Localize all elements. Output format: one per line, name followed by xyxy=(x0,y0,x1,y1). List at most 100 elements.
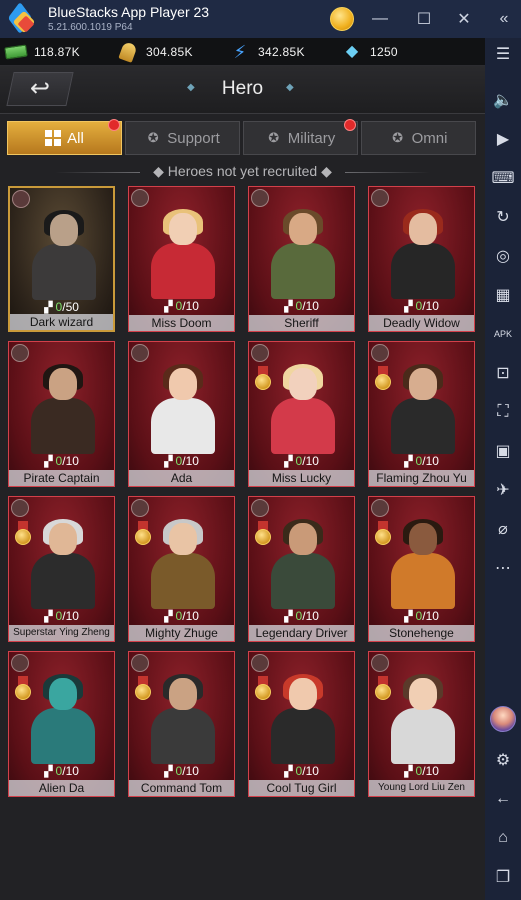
hero-card[interactable]: ▞ 0/10 Cool Tug Girl xyxy=(248,651,355,797)
hero-portrait xyxy=(261,519,344,609)
collapse-sidebar-icon[interactable]: « xyxy=(491,6,517,32)
shard-progress: ▞ 0/10 xyxy=(129,299,234,313)
shard-current: 0 xyxy=(415,609,423,623)
reward-coin-icon[interactable] xyxy=(330,7,354,31)
resource-wheat[interactable]: 304.85K xyxy=(112,38,224,65)
media-folder-icon[interactable]: ▣ xyxy=(491,439,515,463)
shard-progress: ▞ 0/10 xyxy=(369,609,474,623)
recent-apps-icon[interactable]: ❐ xyxy=(491,865,515,889)
hero-card[interactable]: ▞ 0/10 Miss Doom xyxy=(128,186,235,332)
tab-military[interactable]: ✪ Military xyxy=(243,119,358,155)
fullscreen-icon[interactable]: ⛶ xyxy=(491,400,515,424)
hero-name: Ada xyxy=(129,470,234,486)
shard-progress: ▞ 0/50 xyxy=(10,300,113,314)
rank-emblem-icon xyxy=(371,189,389,207)
hero-card[interactable]: ▞ 0/10 Alien Da xyxy=(8,651,115,797)
screen-record-icon[interactable]: ▶ xyxy=(491,127,515,151)
hero-card[interactable]: ▞ 0/10 Miss Lucky xyxy=(248,341,355,487)
hero-card[interactable]: ▞ 0/10 Stonehenge xyxy=(368,496,475,642)
section-title: ◆ Heroes not yet recruited ◆ xyxy=(0,163,485,180)
rotate-icon[interactable]: ↻ xyxy=(491,205,515,229)
tab-support[interactable]: ✪ Support xyxy=(125,121,240,155)
settings-gear-icon[interactable]: ⚙ xyxy=(491,748,515,772)
minimize-icon[interactable]: — xyxy=(367,6,393,32)
hero-card[interactable]: ▞ 0/10 Deadly Widow xyxy=(368,186,475,332)
hero-card[interactable]: ▞ 0/10 Pirate Captain xyxy=(8,341,115,487)
back-button[interactable]: ↩ xyxy=(6,72,74,106)
shard-total: /10 xyxy=(62,454,79,468)
hero-name: Flaming Zhou Yu xyxy=(369,470,474,486)
puzzle-piece-icon: ▞ xyxy=(44,765,53,778)
bluestacks-logo-icon xyxy=(7,1,38,35)
section-title-text: Heroes not yet recruited xyxy=(167,163,318,179)
puzzle-piece-icon: ▞ xyxy=(284,300,293,313)
puzzle-piece-icon: ▞ xyxy=(164,765,173,778)
apk-install-icon[interactable]: APK xyxy=(491,322,515,346)
rank-emblem-icon xyxy=(371,654,389,672)
shard-current: 0 xyxy=(55,454,63,468)
puzzle-piece-icon: ▞ xyxy=(404,455,413,468)
window-title: BlueStacks App Player 23 xyxy=(48,3,210,20)
puzzle-piece-icon: ▞ xyxy=(284,765,293,778)
back-arrow-icon[interactable]: ← xyxy=(491,787,515,811)
notification-badge xyxy=(108,119,120,131)
rank-emblem-icon xyxy=(371,344,389,362)
resource-cash[interactable]: 118.87K xyxy=(0,38,112,65)
sidebar-menu-icon[interactable]: ☰ xyxy=(491,42,515,66)
hero-card[interactable]: ▞ 0/10 Mighty Zhuge xyxy=(128,496,235,642)
shard-current: 0 xyxy=(55,609,63,623)
maximize-icon[interactable]: ☐ xyxy=(411,6,437,32)
close-icon[interactable]: ✕ xyxy=(451,6,477,32)
puzzle-piece-icon: ▞ xyxy=(284,610,293,623)
eco-mode-icon[interactable]: ⌀ xyxy=(491,517,515,541)
hero-card[interactable]: ▞ 0/10 Young Lord Liu Zen xyxy=(368,651,475,797)
hero-card[interactable]: ▞ 0/50 Dark wizard xyxy=(8,186,115,332)
shard-total: /10 xyxy=(422,764,439,778)
home-icon[interactable]: ⌂ xyxy=(491,826,515,850)
shard-current: 0 xyxy=(415,764,423,778)
hero-name: Mighty Zhuge xyxy=(129,625,234,641)
tab-all[interactable]: All xyxy=(7,119,122,155)
hero-card[interactable]: ▞ 0/10 Command Tom xyxy=(128,651,235,797)
hero-card[interactable]: ▞ 0/10 Flaming Zhou Yu xyxy=(368,341,475,487)
puzzle-piece-icon: ▞ xyxy=(404,765,413,778)
volume-icon[interactable]: 🔈 xyxy=(491,88,515,112)
resource-energy[interactable]: ⚡ 342.85K xyxy=(224,38,336,65)
support-emblem-icon: ✪ xyxy=(147,130,159,145)
hero-card[interactable]: ▞ 0/10 Sheriff xyxy=(248,186,355,332)
hero-portrait xyxy=(261,674,344,764)
shard-progress: ▞ 0/10 xyxy=(249,299,354,313)
hero-card[interactable]: ▞ 0/10 Ada xyxy=(128,341,235,487)
shard-current: 0 xyxy=(175,764,183,778)
rank-emblem-icon xyxy=(12,190,30,208)
macro-icon[interactable]: ▦ xyxy=(491,283,515,307)
screenshot-icon[interactable]: ⊡ xyxy=(491,361,515,385)
rank-emblem-icon xyxy=(131,189,149,207)
section-ornament-right-icon: ◆ xyxy=(317,163,332,179)
hero-portrait xyxy=(261,364,344,454)
title-ornament-left-icon: ◆ xyxy=(187,82,195,93)
shard-total: /10 xyxy=(302,454,319,468)
keyboard-icon[interactable]: ⌨ xyxy=(491,166,515,190)
shard-current: 0 xyxy=(55,764,63,778)
rank-emblem-icon xyxy=(251,344,269,362)
shard-progress: ▞ 0/10 xyxy=(249,609,354,623)
shard-current: 0 xyxy=(175,609,183,623)
airplane-icon[interactable]: ✈ xyxy=(491,478,515,502)
rank-emblem-icon xyxy=(11,344,29,362)
hero-portrait xyxy=(141,209,224,299)
more-options-icon[interactable]: ⋯ xyxy=(491,556,515,580)
shard-total: /10 xyxy=(182,454,199,468)
hero-name: Young Lord Liu Zen xyxy=(369,780,474,796)
puzzle-piece-icon: ▞ xyxy=(44,455,53,468)
shard-total: /10 xyxy=(62,764,79,778)
hero-card[interactable]: ▞ 0/10 Legendary Driver xyxy=(248,496,355,642)
shard-total: /10 xyxy=(182,764,199,778)
tab-omni[interactable]: ✪ Omni xyxy=(361,121,476,155)
user-avatar[interactable] xyxy=(490,706,516,732)
hero-card[interactable]: ▞ 0/10 Superstar Ying Zheng xyxy=(8,496,115,642)
rank-emblem-icon xyxy=(371,499,389,517)
gamepad-icon[interactable]: ◎ xyxy=(491,244,515,268)
resource-gems[interactable]: ◆ 1250 xyxy=(336,38,436,65)
hero-portrait xyxy=(21,519,104,609)
